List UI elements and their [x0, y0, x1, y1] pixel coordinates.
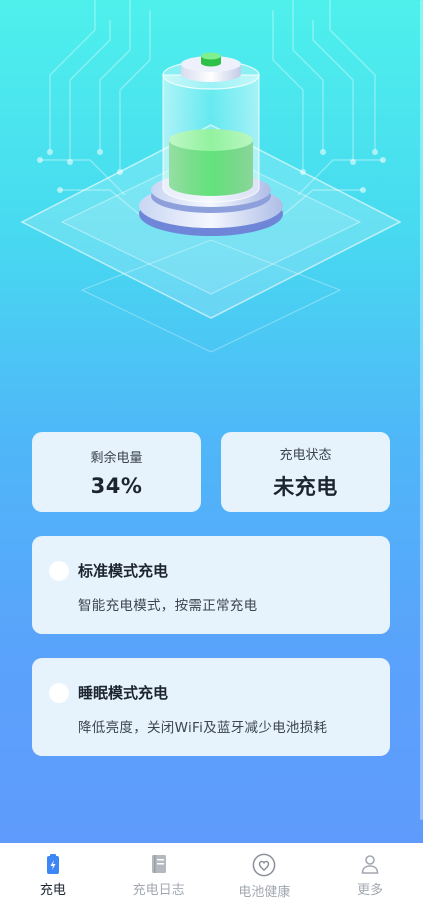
tab-more-label: 更多: [357, 883, 384, 898]
tab-battery-health[interactable]: 电池健康: [212, 843, 318, 900]
sleep-mode-desc: 降低亮度，关闭WiFi及蓝牙减少电池损耗: [78, 720, 328, 736]
charging-status-value: 未充电: [273, 474, 338, 499]
remaining-battery-value: 34%: [90, 473, 143, 498]
log-book-icon: [151, 855, 166, 873]
sleep-mode-title: 睡眠模式充电: [78, 684, 169, 702]
user-icon: [361, 855, 379, 874]
remaining-battery-label: 剩余电量: [90, 450, 143, 466]
tab-more[interactable]: 更多: [317, 843, 423, 900]
tab-charge-log-label: 充电日志: [132, 883, 185, 898]
heart-icon: [253, 853, 276, 877]
bottom-tab-bar: 充电 充电日志 电池健康 更多: [0, 843, 423, 900]
tab-charge-log[interactable]: 充电日志: [106, 843, 212, 900]
battery-illustration: [0, 0, 423, 400]
charging-screen: 剩余电量 34% 充电状态 未充电 标准模式充电 智能充电模式，按需正常充电 睡…: [0, 0, 423, 843]
charging-status-card: 充电状态 未充电: [221, 432, 390, 512]
tab-battery-health-label: 电池健康: [238, 885, 291, 900]
standard-mode-desc: 智能充电模式，按需正常充电: [78, 598, 258, 614]
standard-mode-radio[interactable]: [49, 561, 69, 581]
standard-mode-option[interactable]: 标准模式充电 智能充电模式，按需正常充电: [32, 536, 390, 634]
battery-charge-icon: [46, 854, 59, 874]
charging-status-label: 充电状态: [279, 447, 332, 463]
remaining-battery-card: 剩余电量 34%: [32, 432, 201, 512]
sleep-mode-radio[interactable]: [49, 683, 69, 703]
sleep-mode-option[interactable]: 睡眠模式充电 降低亮度，关闭WiFi及蓝牙减少电池损耗: [32, 658, 390, 756]
standard-mode-title: 标准模式充电: [78, 562, 169, 580]
tab-charge[interactable]: 充电: [0, 843, 106, 900]
tab-charge-label: 充电: [39, 883, 66, 898]
